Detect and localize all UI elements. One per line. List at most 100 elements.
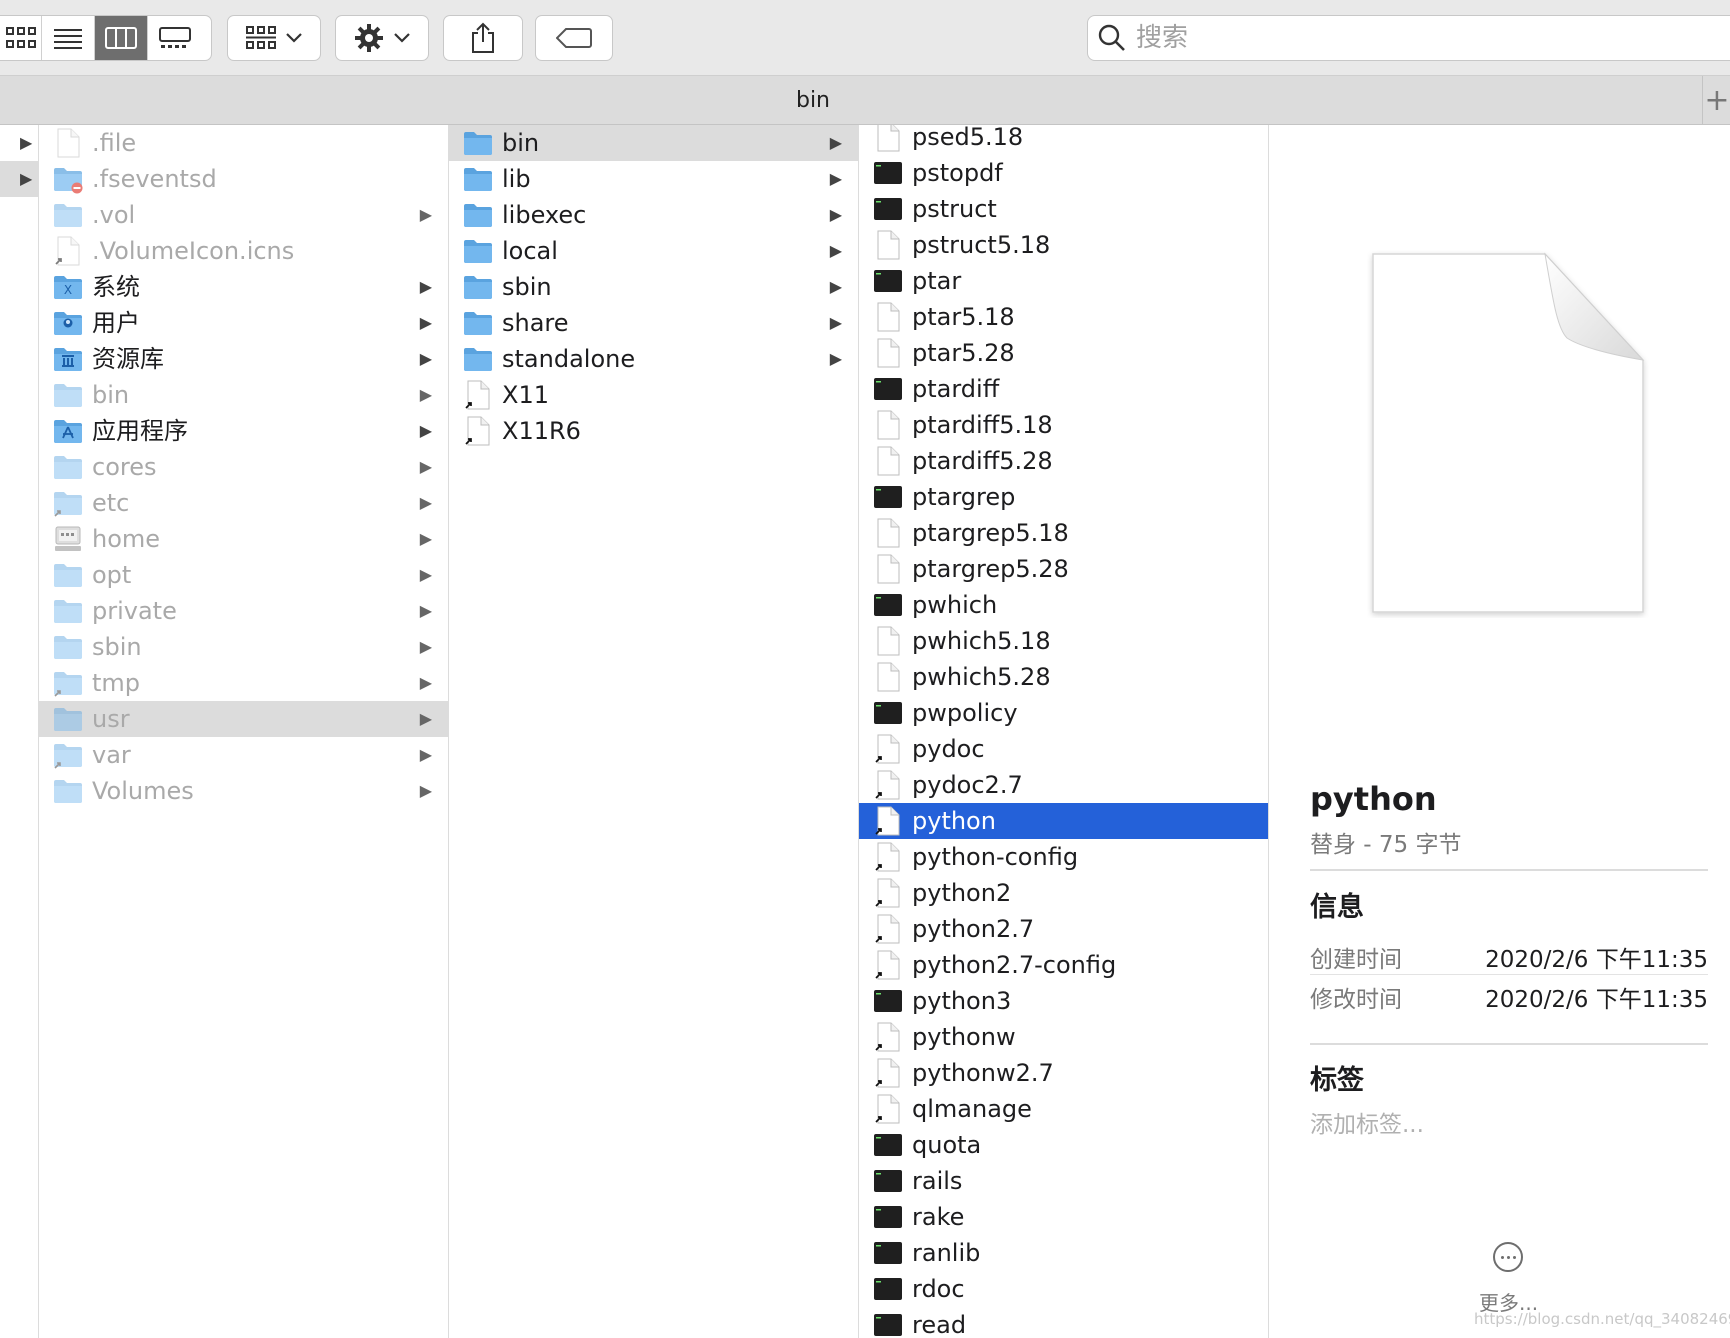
list-item[interactable]: pstruct xyxy=(859,191,1268,227)
search-field[interactable] xyxy=(1087,15,1730,61)
list-item[interactable]: ptardiff xyxy=(859,371,1268,407)
list-item[interactable]: opt ▶ xyxy=(39,557,448,593)
list-item[interactable]: ptargrep xyxy=(859,479,1268,515)
icon-view-button[interactable] xyxy=(0,16,42,60)
list-item[interactable]: pstruct5.18 xyxy=(859,227,1268,263)
item-label: pydoc xyxy=(912,735,985,763)
list-item[interactable]: 应用程序 ▶ xyxy=(39,413,448,449)
item-label: ptardiff xyxy=(912,375,1000,403)
sidebar-disclosure-column: ▶ ▶ xyxy=(0,125,39,1338)
disclosure-arrow-icon: ▶ xyxy=(829,313,842,332)
list-item[interactable]: sbin ▶ xyxy=(449,269,858,305)
list-item[interactable]: share ▶ xyxy=(449,305,858,341)
search-input[interactable] xyxy=(1134,22,1698,54)
list-item[interactable]: ptar xyxy=(859,263,1268,299)
list-item[interactable]: rdoc xyxy=(859,1271,1268,1307)
list-item[interactable]: ptargrep5.28 xyxy=(859,551,1268,587)
list-item[interactable]: 用户 ▶ xyxy=(39,305,448,341)
list-item[interactable]: .file xyxy=(39,125,448,161)
list-item[interactable]: ptardiff5.18 xyxy=(859,407,1268,443)
list-item[interactable]: python2.7 xyxy=(859,911,1268,947)
list-item[interactable]: ranlib xyxy=(859,1235,1268,1271)
column-view-button[interactable] xyxy=(95,16,148,60)
folder-alias-icon xyxy=(53,740,83,770)
item-label: qlmanage xyxy=(912,1095,1032,1123)
more-icon[interactable] xyxy=(1493,1242,1523,1272)
list-item[interactable]: psed5.18 xyxy=(859,125,1268,155)
list-item[interactable]: Volumes ▶ xyxy=(39,773,448,809)
list-item[interactable]: X11R6 xyxy=(449,413,858,449)
list-item[interactable]: var ▶ xyxy=(39,737,448,773)
disclosure-arrow-icon: ▶ xyxy=(829,169,842,188)
list-item[interactable]: quota xyxy=(859,1127,1268,1163)
list-item[interactable]: private ▶ xyxy=(39,593,448,629)
list-item[interactable]: .VolumeIcon.icns xyxy=(39,233,448,269)
list-item[interactable]: libexec ▶ xyxy=(449,197,858,233)
root-column[interactable]: .file .fseventsd .vol ▶ .VolumeIcon.icns … xyxy=(39,125,449,1338)
list-item[interactable]: local ▶ xyxy=(449,233,858,269)
item-label: lib xyxy=(502,165,531,193)
list-item[interactable]: pwhich5.28 xyxy=(859,659,1268,695)
list-item[interactable]: pwhich5.18 xyxy=(859,623,1268,659)
list-item[interactable]: pwhich xyxy=(859,587,1268,623)
list-item[interactable]: pstopdf xyxy=(859,155,1268,191)
item-label: home xyxy=(92,525,161,553)
list-item[interactable]: X11 xyxy=(449,377,858,413)
list-item[interactable]: X 系统 ▶ xyxy=(39,269,448,305)
list-item[interactable]: tmp ▶ xyxy=(39,665,448,701)
list-item[interactable]: python2.7-config xyxy=(859,947,1268,983)
list-item[interactable]: qlmanage xyxy=(859,1091,1268,1127)
list-item[interactable]: read xyxy=(859,1307,1268,1338)
tags-heading: 标签 xyxy=(1310,1065,1364,1096)
list-item[interactable]: pythonw2.7 xyxy=(859,1055,1268,1091)
gallery-view-button[interactable] xyxy=(148,16,201,60)
new-tab-button[interactable]: + xyxy=(1702,76,1730,124)
list-item[interactable]: ptardiff5.28 xyxy=(859,443,1268,479)
list-item[interactable]: 资源库 ▶ xyxy=(39,341,448,377)
list-item[interactable]: pydoc2.7 xyxy=(859,767,1268,803)
disclosure-arrow-icon: ▶ xyxy=(419,205,432,224)
list-item[interactable]: rails xyxy=(859,1163,1268,1199)
list-item[interactable]: pythonw xyxy=(859,1019,1268,1055)
exec-icon xyxy=(873,1202,903,1232)
list-item[interactable]: home ▶ xyxy=(39,521,448,557)
list-item[interactable]: .fseventsd xyxy=(39,161,448,197)
list-item[interactable]: lib ▶ xyxy=(449,161,858,197)
tags-button[interactable] xyxy=(535,15,613,61)
list-item[interactable]: pwpolicy xyxy=(859,695,1268,731)
list-item[interactable]: standalone ▶ xyxy=(449,341,858,377)
list-item[interactable]: ptargrep5.18 xyxy=(859,515,1268,551)
list-item[interactable]: python3 xyxy=(859,983,1268,1019)
list-item[interactable]: python2 xyxy=(859,875,1268,911)
list-item[interactable]: pydoc xyxy=(859,731,1268,767)
list-item[interactable]: ptar5.28 xyxy=(859,335,1268,371)
folder-icon xyxy=(53,560,83,590)
list-item[interactable]: rake xyxy=(859,1199,1268,1235)
list-item[interactable]: usr ▶ xyxy=(39,701,448,737)
disclosure-row[interactable]: ▶ xyxy=(0,125,38,161)
item-label: X11R6 xyxy=(502,417,581,445)
list-item[interactable]: python xyxy=(859,803,1268,839)
list-item[interactable]: etc ▶ xyxy=(39,485,448,521)
group-by-button[interactable] xyxy=(227,15,321,61)
action-menu-button[interactable] xyxy=(335,15,429,61)
bin-column[interactable]: psed5.18 pstopdf pstruct pstruct5.18 pta… xyxy=(859,125,1269,1338)
item-label: sbin xyxy=(502,273,552,301)
list-item[interactable]: .vol ▶ xyxy=(39,197,448,233)
disclosure-arrow-icon: ▶ xyxy=(419,601,432,620)
list-item[interactable]: ptar5.18 xyxy=(859,299,1268,335)
add-tags-field[interactable]: 添加标签... xyxy=(1310,1105,1424,1139)
share-button[interactable] xyxy=(443,15,523,61)
list-item[interactable]: bin ▶ xyxy=(39,377,448,413)
doc-alias-icon xyxy=(53,236,83,266)
list-item[interactable]: python-config xyxy=(859,839,1268,875)
list-item[interactable]: cores ▶ xyxy=(39,449,448,485)
doc-icon xyxy=(53,128,83,158)
list-view-button[interactable] xyxy=(42,16,95,60)
item-label: rake xyxy=(912,1203,965,1231)
usr-column[interactable]: bin ▶ lib ▶ libexec ▶ local ▶ sbin ▶ share ▶ s… xyxy=(449,125,859,1338)
list-item[interactable]: bin ▶ xyxy=(449,125,858,161)
disclosure-row[interactable]: ▶ xyxy=(0,161,38,197)
item-label: pstruct5.18 xyxy=(912,231,1051,259)
list-item[interactable]: sbin ▶ xyxy=(39,629,448,665)
